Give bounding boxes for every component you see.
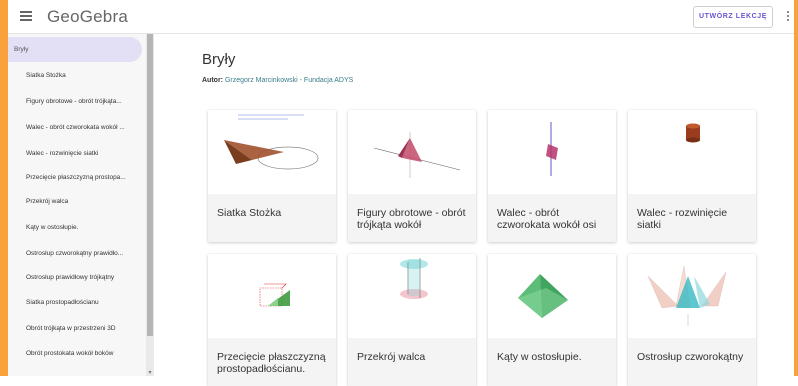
sidebar-item-ostroslup-trojkatny[interactable]: Ostrosłup prawidłowy trójkątny [8, 265, 142, 290]
sidebar-item-bryly[interactable]: Bryły [8, 37, 142, 62]
card-caption: Siatka Stożka [208, 194, 336, 242]
lesson-card-walec-rozwiniecie[interactable]: Walec - rozwinięcie siatki [628, 110, 756, 242]
sidebar-item-figury-obrotowe[interactable]: Figury obrotowe - obrót trójkąta... [8, 89, 142, 114]
cone-net-thumbnail-icon [208, 110, 336, 194]
author-link[interactable]: Grzegorz Marcinkowski - Fundacja ADYS [225, 77, 353, 84]
card-caption: Przecięcie płaszczyzną prostopadłościanu… [208, 338, 336, 386]
create-lesson-button[interactable]: UTWÓRZ LEKCJĘ [693, 6, 773, 28]
lesson-card-przeciecie[interactable]: Przecięcie płaszczyzną prostopadłościanu… [208, 254, 336, 386]
card-title: Walec - obrót czworokata wokół osi [497, 207, 597, 231]
sidebar-item-walec-obrot[interactable]: Walec - obrót czworokata wokół ... [8, 115, 142, 140]
sidebar-item-obrot-prostokata[interactable]: Obrót prostokata wokół boków [8, 341, 142, 366]
rotated-triangle-thumbnail-icon [348, 110, 476, 194]
more-vert-icon[interactable] [787, 11, 790, 23]
lesson-card-ostroslup[interactable]: Ostrosłup czworokątny [628, 254, 756, 386]
sidebar-item-walec-rozwiniecie[interactable]: Walec - rozwinięcie siatki [8, 141, 142, 166]
lesson-card-walec-obrot[interactable]: Walec - obrót czworokata wokół osi [488, 110, 616, 242]
card-title: Przecięcie płaszczyzną prostopadłościanu… [217, 351, 326, 375]
card-caption: Figury obrotowe - obrót trójkąta wokół [348, 194, 476, 242]
sidebar-item-przekroj-walca[interactable]: Przekrój walca [8, 189, 142, 214]
sidebar-item-obrot-trojkata[interactable]: Obrót trójkąta w przestrzeni 3D [8, 316, 142, 341]
card-title: Kąty w ostosłupie. [497, 351, 582, 363]
sidebar-item-ostroslup-czworokatny[interactable]: Ostrosłup czworokątny prawidło... [8, 241, 142, 266]
cuboid-section-thumbnail-icon [208, 254, 336, 338]
frame-strip-left [0, 0, 8, 376]
pyramid-thumbnail-icon [488, 254, 616, 338]
scrollbar-thumb[interactable] [147, 34, 153, 336]
card-caption: Przekrój walca [348, 338, 476, 386]
card-caption: Kąty w ostosłupie. [488, 338, 616, 386]
card-caption: Walec - obrót czworokata wokół osi [488, 194, 616, 242]
card-title: Przekrój walca [357, 351, 426, 363]
card-title: Figury obrotowe - obrót trójkąta wokół [357, 207, 466, 231]
scroll-down-icon[interactable]: ▾ [147, 370, 153, 376]
card-caption: Ostrosłup czworokątny [628, 338, 756, 386]
lesson-card-siatka-stozka[interactable]: Siatka Stożka [208, 110, 336, 242]
page-title: Bryły [202, 51, 236, 68]
frame-strip-right [794, 0, 798, 376]
geogebra-logo[interactable]: GeoGebra [47, 7, 128, 27]
cylinder-thumbnail-icon [628, 110, 756, 194]
pyramid-net-thumbnail-icon [628, 254, 756, 338]
author-label: Autor: [202, 77, 223, 84]
lesson-card-figury-obrotowe[interactable]: Figury obrotowe - obrót trójkąta wokół [348, 110, 476, 242]
hamburger-menu-icon[interactable] [20, 11, 32, 21]
lesson-card-przekroj-walca[interactable]: Przekrój walca [348, 254, 476, 386]
card-title: Walec - rozwinięcie siatki [637, 207, 728, 231]
sidebar-scrollbar[interactable]: ▾ [146, 34, 154, 376]
sidebar-item-katy[interactable]: Kąty w ostosłupie. [8, 215, 142, 240]
rotated-rectangle-thumbnail-icon [488, 110, 616, 194]
card-caption: Walec - rozwinięcie siatki [628, 194, 756, 242]
cylinder-section-thumbnail-icon [348, 254, 476, 338]
top-bar: GeoGebra UTWÓRZ LEKCJĘ [8, 0, 794, 34]
sidebar-item-siatka-prostopadloscianu[interactable]: Siatka prostopadłościanu [8, 290, 142, 315]
card-title: Ostrosłup czworokątny [637, 351, 744, 363]
sidebar-item-siatka-stozka[interactable]: Siatka Stożka [8, 63, 142, 88]
sidebar-item-przeciecie[interactable]: Przecięcie płaszczyzną prostopa... [8, 165, 142, 190]
sidebar: Bryły Siatka Stożka Figury obrotowe - ob… [8, 34, 146, 376]
author-line: Autor: Grzegorz Marcinkowski - Fundacja … [202, 77, 353, 84]
card-title: Siatka Stożka [217, 207, 282, 219]
lesson-card-katy[interactable]: Kąty w ostosłupie. [488, 254, 616, 386]
